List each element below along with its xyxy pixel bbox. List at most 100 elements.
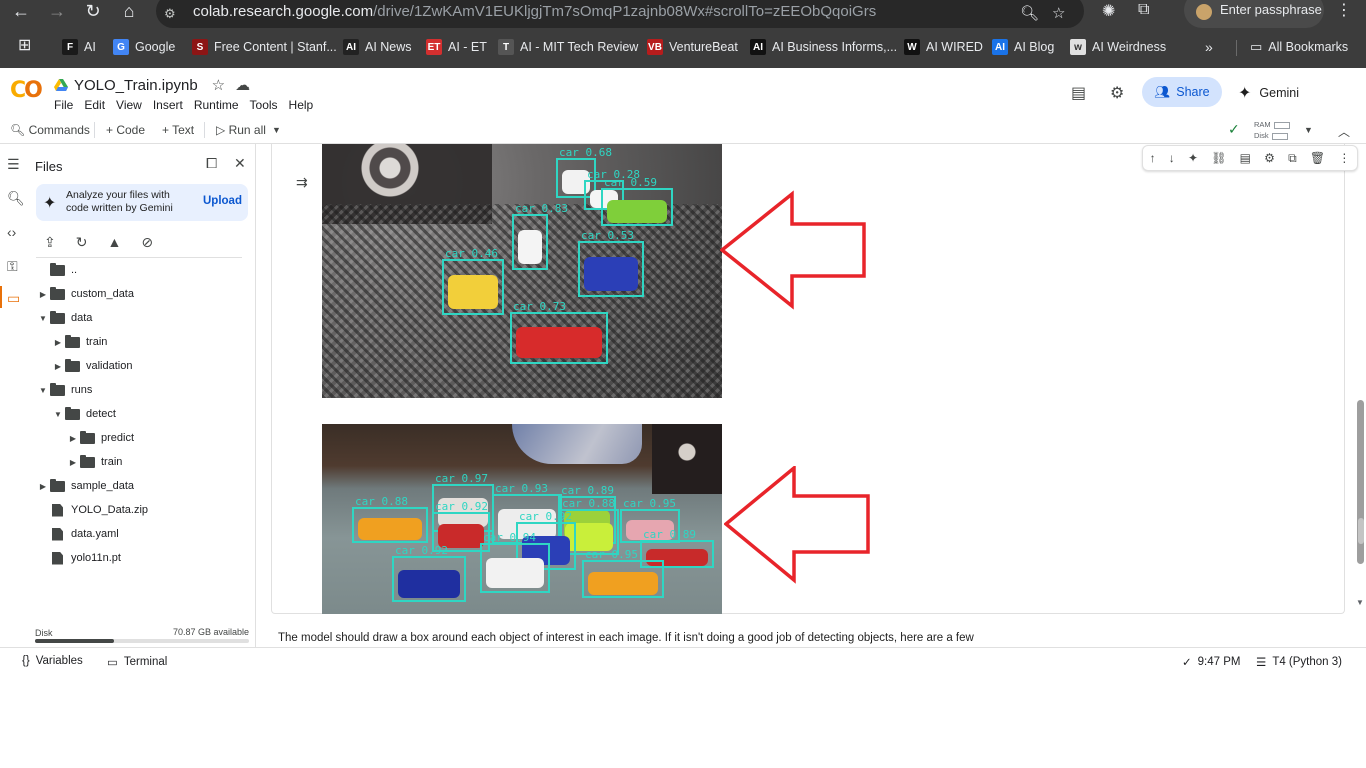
site-info-icon[interactable]: ⚙: [164, 6, 176, 22]
bookmark-item[interactable]: ET AI - ET: [426, 38, 487, 56]
folder-item[interactable]: ▶ predict: [66, 428, 134, 448]
expanded-caret-icon[interactable]: ▼: [51, 410, 65, 419]
more-options-icon[interactable]: ⋮: [1338, 151, 1350, 165]
expanded-caret-icon[interactable]: ▼: [36, 386, 50, 395]
menu-view[interactable]: View: [116, 98, 142, 112]
link-icon[interactable]: ⛓: [1211, 151, 1226, 165]
settings-gear-icon[interactable]: ⚙: [1110, 83, 1124, 103]
expanded-caret-icon[interactable]: ▼: [36, 314, 50, 323]
collapsed-caret-icon[interactable]: ▶: [66, 434, 80, 443]
notebook-title[interactable]: YOLO_Train.ipynb: [74, 77, 198, 94]
move-up-icon[interactable]: ↑: [1150, 151, 1156, 165]
folder-item[interactable]: ▶ validation: [51, 356, 132, 376]
star-icon[interactable]: ☆: [212, 76, 225, 94]
file-item[interactable]: yolo11n.pt: [36, 548, 121, 568]
bookmark-item[interactable]: AI AI Blog: [992, 38, 1054, 56]
zoom-search-icon[interactable]: 🔍︎: [1020, 4, 1039, 22]
folder-item[interactable]: ▼ detect: [51, 404, 116, 424]
toc-list-icon[interactable]: ☰: [7, 156, 20, 173]
upload-file-icon[interactable]: ⇪: [44, 234, 56, 251]
refresh-icon[interactable]: ↻: [76, 234, 88, 251]
output-options-icon[interactable]: ⇉: [296, 174, 308, 191]
files-folder-icon[interactable]: ▭: [7, 290, 20, 307]
collapsed-caret-icon[interactable]: ▶: [66, 458, 80, 467]
more-bookmarks-chevron-icon[interactable]: »: [1205, 38, 1213, 56]
home-icon[interactable]: ⌂: [112, 0, 146, 22]
folder-item[interactable]: ▶ train: [51, 332, 107, 352]
move-down-icon[interactable]: ↓: [1169, 151, 1175, 165]
browser-menu-icon[interactable]: ⋮: [1336, 0, 1352, 20]
url-text[interactable]: colab.research.google.com/drive/1ZwKAmV1…: [193, 3, 876, 20]
extensions-puzzle-icon[interactable]: ⧉: [1138, 1, 1149, 19]
hide-files-icon[interactable]: ⊘: [141, 234, 153, 251]
profile-passphrase-button[interactable]: Enter passphrase: [1184, 0, 1324, 28]
bookmark-item[interactable]: G Google: [113, 38, 175, 56]
terminal-button[interactable]: ▭ Terminal: [107, 655, 167, 669]
collapsed-caret-icon[interactable]: ▶: [51, 338, 65, 347]
folder-item[interactable]: ▶ train: [66, 452, 122, 472]
collapsed-caret-icon[interactable]: ▶: [36, 482, 50, 491]
page-scrollbar-thumb[interactable]: [1358, 518, 1364, 544]
comments-icon[interactable]: ▤: [1071, 83, 1086, 103]
file-item[interactable]: YOLO_Data.zip: [36, 500, 148, 520]
resource-monitor[interactable]: RAM Disk: [1254, 119, 1290, 141]
folder-item[interactable]: ▶ custom_data: [36, 284, 134, 304]
execution-status[interactable]: ✓ 9:47 PM: [1182, 655, 1240, 669]
folder-item[interactable]: ▼ runs: [36, 380, 92, 400]
bookmark-star-icon[interactable]: ☆: [1052, 4, 1065, 22]
menu-file[interactable]: File: [54, 98, 73, 112]
bookmark-item[interactable]: S Free Content | Stanf...: [192, 38, 337, 56]
runtime-dropdown-icon[interactable]: ▼: [1304, 125, 1313, 135]
collapsed-caret-icon[interactable]: ▶: [51, 362, 65, 371]
extension-atom-icon[interactable]: ✺: [1102, 1, 1115, 21]
cell-settings-icon[interactable]: ⚙: [1264, 151, 1275, 165]
folder-item[interactable]: ..: [36, 260, 77, 280]
run-all-button[interactable]: ▷ Run all: [216, 123, 266, 137]
bookmark-item[interactable]: W AI WIRED: [904, 38, 983, 56]
scroll-down-icon[interactable]: ▼: [1356, 598, 1364, 607]
menu-help[interactable]: Help: [289, 98, 314, 112]
mount-drive-icon[interactable]: ▲: [107, 234, 121, 251]
commands-button[interactable]: 🔍︎ Commands: [10, 123, 90, 137]
add-code-button[interactable]: + Code: [106, 123, 145, 137]
menu-runtime[interactable]: Runtime: [194, 98, 239, 112]
back-arrow-icon[interactable]: ←: [4, 0, 38, 22]
bookmark-item[interactable]: VB VentureBeat: [647, 38, 738, 56]
secrets-key-icon[interactable]: ⚿: [7, 258, 18, 275]
delete-icon[interactable]: 🗑︎: [1310, 151, 1325, 165]
markdown-text-cell[interactable]: The model should draw a box around each …: [278, 632, 974, 644]
apps-grid-icon[interactable]: ⊞: [18, 36, 31, 54]
cloud-sync-icon[interactable]: ☁: [235, 76, 250, 94]
gemini-upload-link[interactable]: Upload: [203, 195, 242, 207]
find-replace-icon[interactable]: 🔍︎: [7, 190, 25, 207]
run-all-dropdown-icon[interactable]: ▼: [272, 125, 281, 135]
variables-button[interactable]: {} Variables: [22, 655, 83, 667]
gemini-sparkle-icon[interactable]: ✦: [1188, 151, 1198, 165]
add-text-button[interactable]: + Text: [162, 123, 194, 137]
all-bookmarks-button[interactable]: ▭ All Bookmarks: [1250, 38, 1348, 56]
share-button[interactable]: 👥︎ Share: [1142, 77, 1222, 107]
bookmark-item[interactable]: w AI Weirdness: [1070, 38, 1166, 56]
file-item[interactable]: data.yaml: [36, 524, 119, 544]
mirror-cell-icon[interactable]: ⧉: [1288, 151, 1297, 166]
comment-icon[interactable]: ▤: [1240, 151, 1251, 165]
collapse-header-icon[interactable]: ︿: [1338, 123, 1350, 140]
menu-insert[interactable]: Insert: [153, 98, 183, 112]
collapsed-caret-icon[interactable]: ▶: [36, 290, 50, 299]
reload-icon[interactable]: ↻: [76, 0, 110, 22]
bookmark-item[interactable]: T AI - MIT Tech Review: [498, 38, 638, 56]
code-snippets-icon[interactable]: ‹›: [7, 224, 16, 240]
address-bar[interactable]: ⚙ colab.research.google.com/drive/1ZwKAm…: [156, 0, 1084, 28]
open-in-tab-icon[interactable]: ⧠: [206, 155, 217, 172]
colab-logo[interactable]: CO: [10, 78, 43, 103]
menu-edit[interactable]: Edit: [84, 98, 105, 112]
folder-item[interactable]: ▼ data: [36, 308, 92, 328]
bookmark-item[interactable]: F AI: [62, 38, 96, 56]
bookmark-item[interactable]: AI AI News: [343, 38, 412, 56]
menu-tools[interactable]: Tools: [250, 98, 278, 112]
folder-item[interactable]: ▶ sample_data: [36, 476, 134, 496]
forward-arrow-icon[interactable]: →: [40, 0, 74, 22]
gemini-button[interactable]: ✦ Gemini: [1238, 83, 1299, 103]
close-icon[interactable]: ✕: [234, 155, 246, 172]
bookmark-item[interactable]: AI AI Business Informs,...: [750, 38, 897, 56]
